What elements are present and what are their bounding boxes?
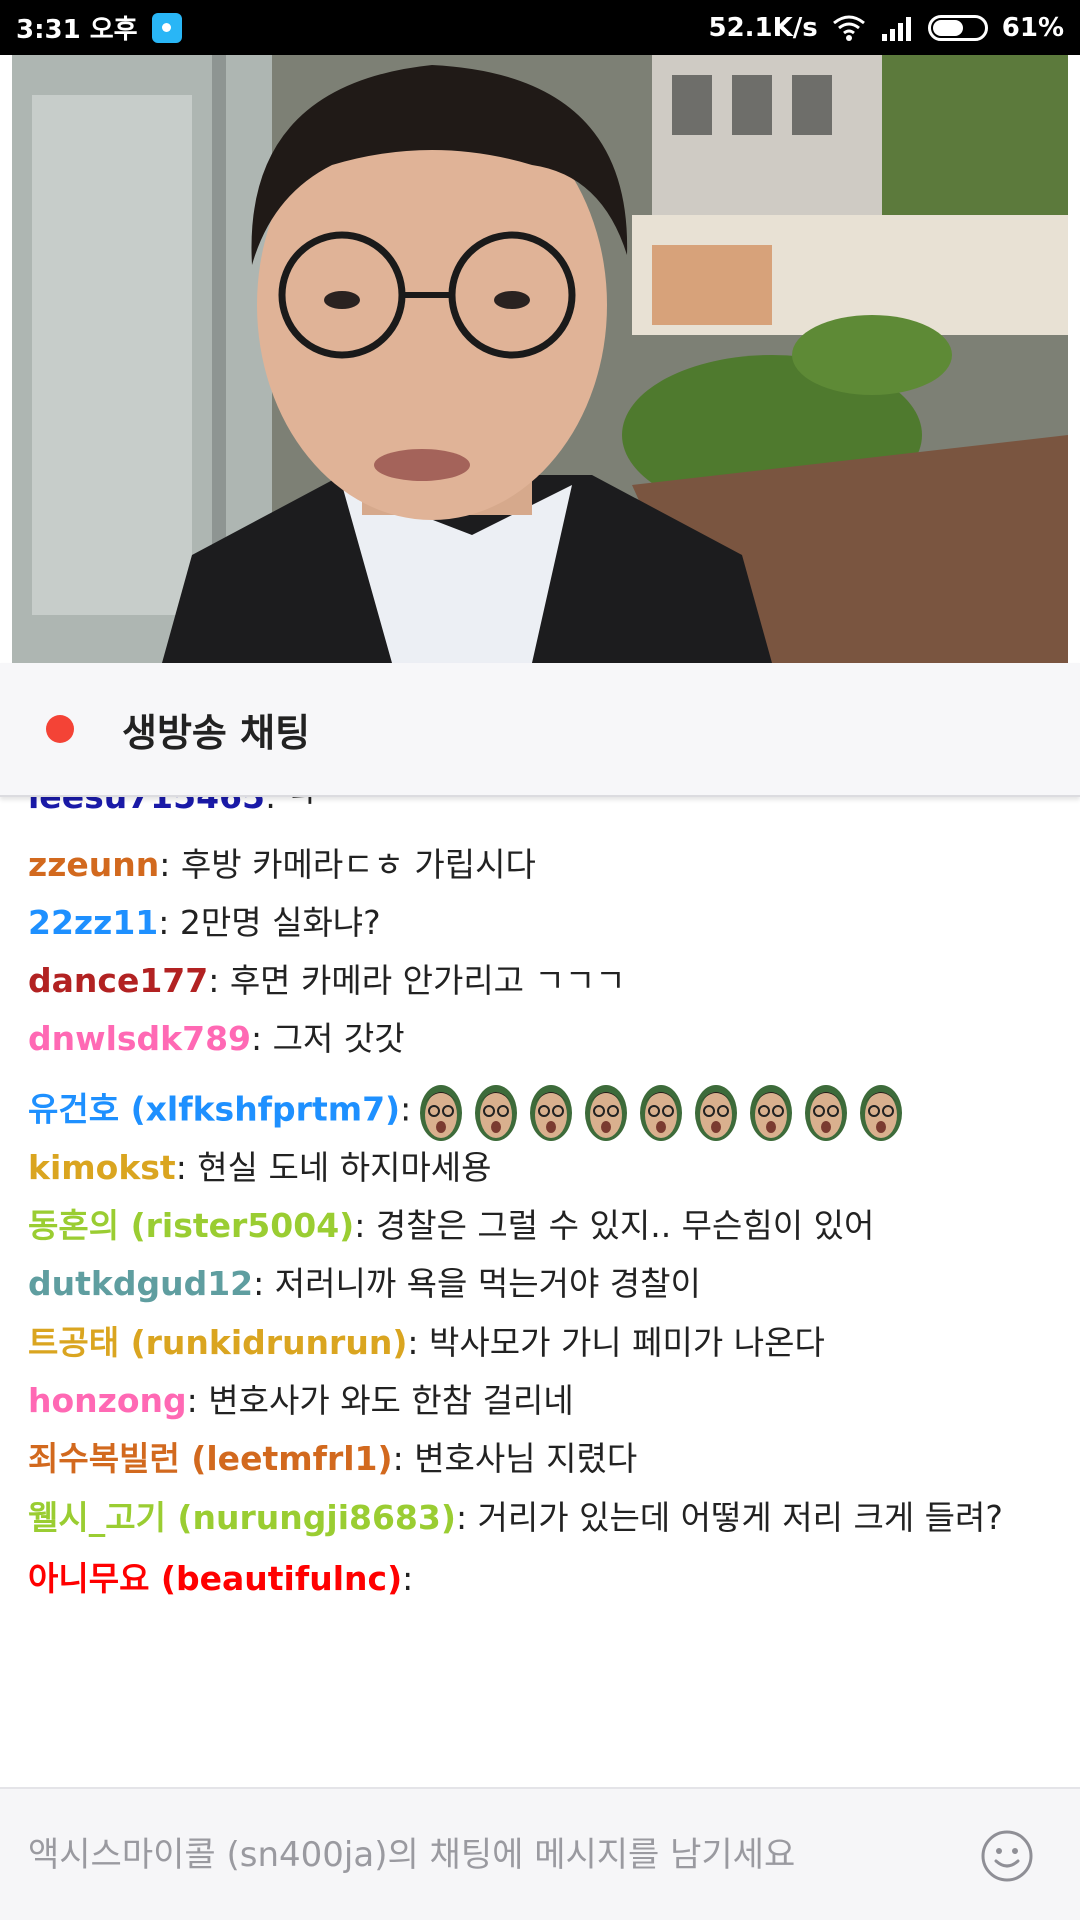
- chat-message: 22zz11: 2만명 실화냐?: [28, 903, 381, 943]
- face-emote-icon: [585, 1085, 628, 1141]
- live-video-player[interactable]: [12, 55, 1068, 663]
- face-emote-icon: [530, 1085, 573, 1141]
- chat-username[interactable]: 웰시_고기 (nurungji8683): [28, 1498, 456, 1537]
- chat-message-input[interactable]: [28, 1814, 958, 1895]
- face-emote-icon: [475, 1085, 518, 1141]
- chat-username[interactable]: 아니무요 (beautifulnc): [28, 1559, 402, 1598]
- status-bar: 3:31 오후 52.1K/s 61%: [0, 0, 1080, 55]
- chat-message: 유건호 (xlfkshfprtm7):: [28, 1079, 905, 1143]
- chat-username[interactable]: leesu715465: [28, 797, 265, 816]
- emote-group: [417, 1079, 905, 1143]
- wifi-icon: [832, 15, 865, 41]
- face-emote-icon: [695, 1085, 738, 1141]
- chat-message: honzong: 변호사가 와도 한참 걸리네: [28, 1381, 574, 1421]
- chat-text: : 변호사님 지렸다: [392, 1439, 638, 1478]
- chat-message: dance177: 후면 카메라 안가리고 ㄱㄱㄱ: [28, 961, 626, 1001]
- signal-icon: [881, 16, 911, 41]
- live-indicator-icon: [46, 715, 74, 743]
- chat-text: : 저러니까 욕을 먹는거야 경찰이: [253, 1264, 701, 1303]
- status-time: 3:31 오후: [16, 15, 138, 45]
- chat-text: : ㅋ: [265, 797, 317, 816]
- chat-username[interactable]: 죄수복빌런 (leetmfrl1): [28, 1439, 393, 1478]
- face-emote-icon: [640, 1085, 683, 1141]
- chat-message: dutkdgud12: 저러니까 욕을 먹는거야 경찰이: [28, 1264, 701, 1304]
- chat-username[interactable]: 유건호 (xlfkshfprtm7): [28, 1090, 400, 1129]
- chat-text: : 박사모가 가니 페미가 나온다: [407, 1323, 825, 1362]
- chat-text: : 2만명 실화냐?: [158, 903, 381, 942]
- chat-message: 죄수복빌런 (leetmfrl1): 변호사님 지렸다: [28, 1439, 637, 1479]
- chat-message: 아니무요 (beautifulnc):: [28, 1559, 413, 1599]
- chat-header: 생방송 채팅: [0, 663, 1080, 797]
- chat-message: dnwlsdk789: 그저 갓갓: [28, 1019, 405, 1059]
- chat-text: :: [400, 1089, 412, 1129]
- chat-message: 웰시_고기 (nurungji8683): 거리가 있는데 어떻게 저리 크게 …: [28, 1498, 1003, 1538]
- chat-username[interactable]: dnwlsdk789: [28, 1019, 251, 1058]
- chat-username[interactable]: 동혼의 (rister5004): [28, 1206, 354, 1245]
- chat-message: kimokst: 현실 도네 하지마세용: [28, 1148, 492, 1188]
- chat-text: : 거리가 있는데 어떻게 저리 크게 들려?: [455, 1498, 1003, 1537]
- face-emote-icon: [420, 1085, 463, 1141]
- app-notification-icon: [151, 12, 182, 43]
- smiley-icon[interactable]: [980, 1829, 1034, 1883]
- battery-percent: 61%: [1001, 12, 1064, 43]
- face-emote-icon: [750, 1085, 793, 1141]
- battery-icon: [927, 14, 988, 41]
- chat-text: : 변호사가 와도 한참 걸리네: [186, 1381, 574, 1420]
- chat-username[interactable]: dutkdgud12: [28, 1264, 253, 1303]
- chat-text: : 경찰은 그럴 수 있지.. 무슨힘이 있어: [354, 1206, 875, 1245]
- chat-username[interactable]: 트공태 (runkidrunrun): [28, 1323, 407, 1362]
- video-frame: [12, 55, 1068, 663]
- chat-username[interactable]: zzeunn: [28, 845, 159, 884]
- chat-message: 트공태 (runkidrunrun): 박사모가 가니 페미가 나온다: [28, 1323, 825, 1363]
- chat-username[interactable]: kimokst: [28, 1148, 176, 1187]
- chat-username[interactable]: dance177: [28, 961, 208, 1000]
- chat-message: zzeunn: 후방 카메라ㄷㅎ 가립시다: [28, 845, 536, 885]
- chat-text: : 후면 카메라 안가리고 ㄱㄱㄱ: [208, 961, 626, 1000]
- face-emote-icon: [805, 1085, 848, 1141]
- chat-message: leesu715465: ㅋ: [28, 797, 317, 817]
- chat-input-bar: [0, 1787, 1080, 1920]
- chat-text: : 현실 도네 하지마세용: [175, 1148, 492, 1187]
- network-speed: 52.1K/s: [708, 12, 818, 43]
- face-emote-icon: [860, 1085, 903, 1141]
- battery-fill: [932, 19, 964, 36]
- chat-text: : 그저 갓갓: [251, 1019, 405, 1058]
- chat-username[interactable]: honzong: [28, 1381, 187, 1420]
- chat-message: 동혼의 (rister5004): 경찰은 그럴 수 있지.. 무슨힘이 있어: [28, 1206, 874, 1246]
- chat-text: :: [402, 1559, 414, 1598]
- chat-text: : 후방 카메라ㄷㅎ 가립시다: [159, 845, 536, 884]
- chat-username[interactable]: 22zz11: [28, 903, 158, 942]
- chat-title: 생방송 채팅: [122, 710, 311, 755]
- chat-message-list[interactable]: leesu715465: ㅋ zzeunn: 후방 카메라ㄷㅎ 가립시다22zz…: [0, 797, 1080, 1787]
